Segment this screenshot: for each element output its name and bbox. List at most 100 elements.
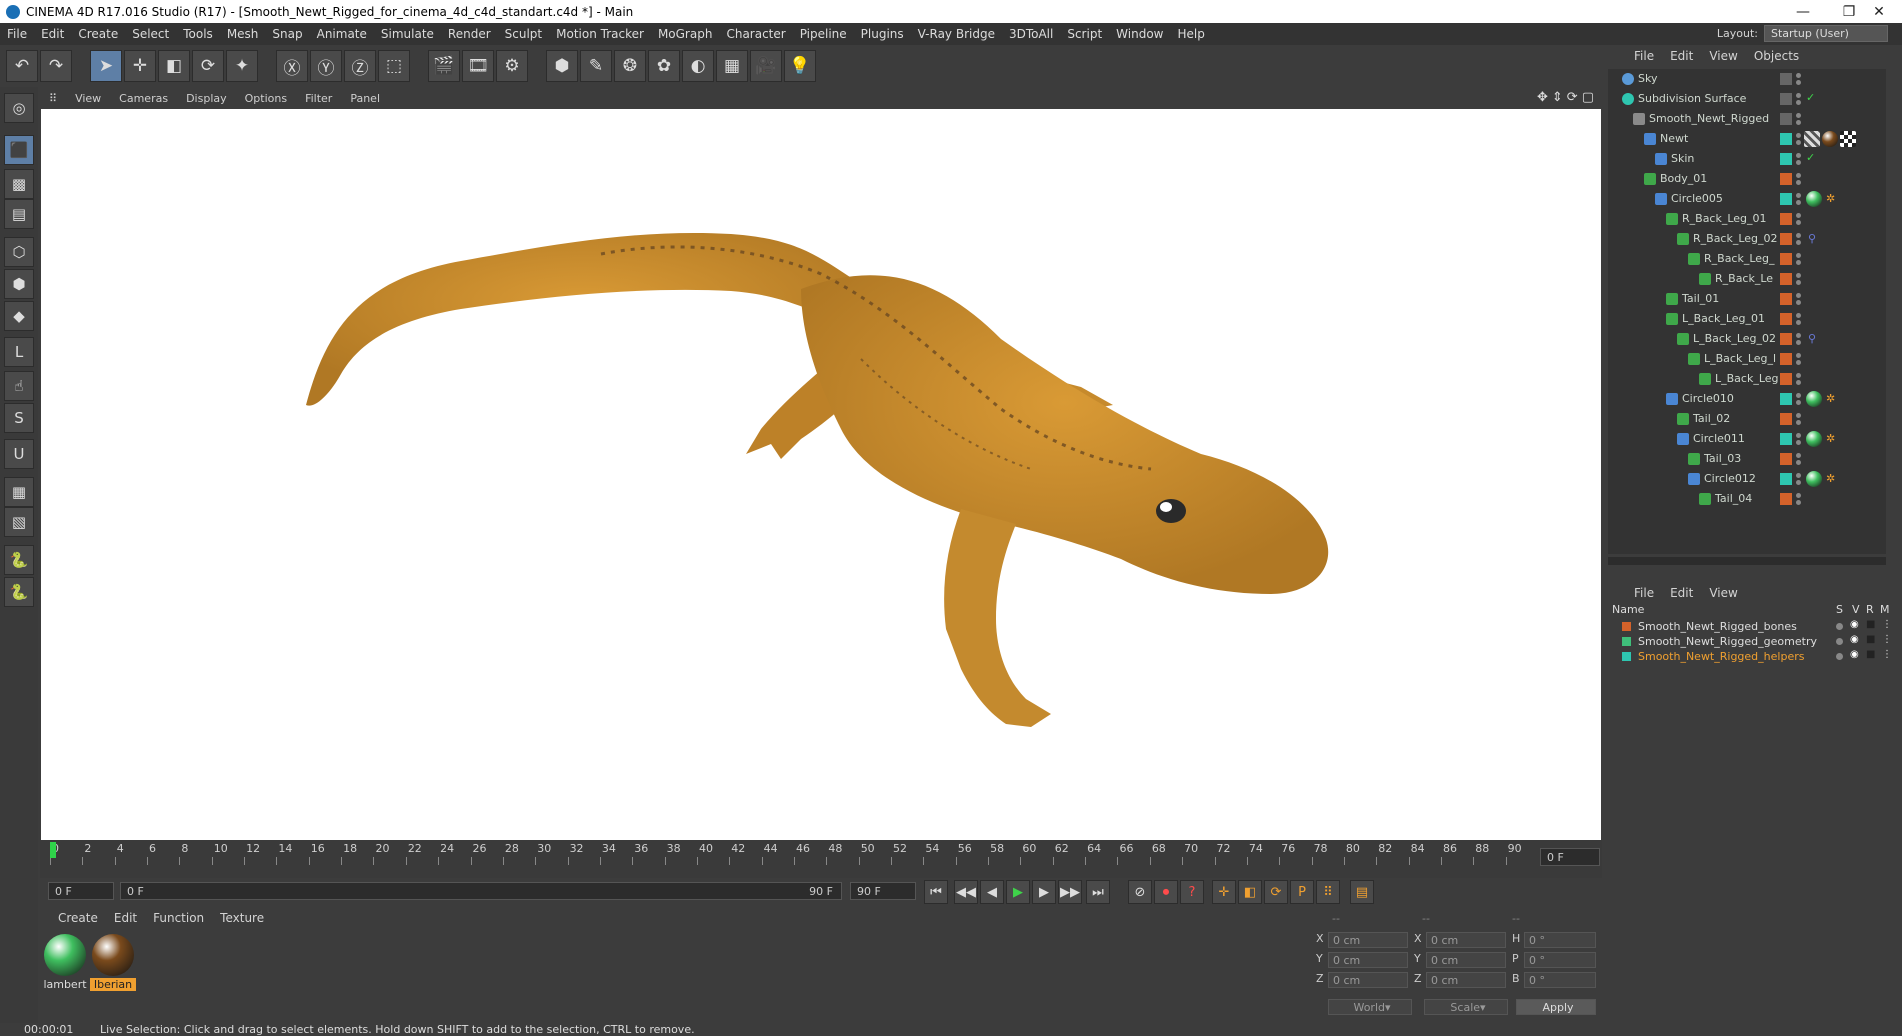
recent-tool-icon[interactable]: ✦ <box>226 50 258 82</box>
menu-mograph[interactable]: MoGraph <box>651 27 720 41</box>
object-row-l-back-leg[interactable]: L_Back_Leg <box>1608 369 1886 389</box>
camera-icon[interactable]: 🎥 <box>750 50 782 82</box>
rotate-icon[interactable]: ⟳ <box>192 50 224 82</box>
layer-menu-view[interactable]: View <box>1701 586 1745 600</box>
texture-tag-icon[interactable] <box>1804 131 1820 147</box>
light-icon[interactable]: 💡 <box>784 50 816 82</box>
position-y-field[interactable]: 0 cm <box>1328 952 1408 968</box>
edges-mode-icon[interactable]: ⬢ <box>4 269 34 299</box>
sculpt-grid-icon[interactable]: ▧ <box>4 507 34 537</box>
autokey-icon[interactable]: ⏺ <box>1154 880 1178 904</box>
visibility-eye-icon[interactable]: ◉ <box>1850 649 1859 660</box>
phong-tag-icon[interactable] <box>1806 191 1822 207</box>
key-parameter-icon[interactable]: P <box>1290 880 1314 904</box>
solo-toggle[interactable] <box>1836 623 1843 630</box>
subdivision-icon[interactable]: ❂ <box>614 50 646 82</box>
object-row-r-back-leg-01[interactable]: R_Back_Leg_01 <box>1608 209 1886 229</box>
visibility-editor-dot[interactable] <box>1796 433 1801 438</box>
visibility-render-dot[interactable] <box>1796 340 1801 345</box>
visibility-render-dot[interactable] <box>1796 200 1801 205</box>
visibility-editor-dot[interactable] <box>1796 333 1801 338</box>
viewport-canvas[interactable] <box>41 109 1601 840</box>
visibility-render-dot[interactable] <box>1796 100 1801 105</box>
close-button[interactable]: ✕ <box>1856 0 1902 23</box>
previous-frame-icon[interactable]: ◀ <box>980 880 1004 904</box>
material-tag-icon[interactable] <box>1822 131 1838 147</box>
object-row-r-back-leg-[interactable]: R_Back_Leg_ <box>1608 249 1886 269</box>
menu-file[interactable]: File <box>0 27 34 41</box>
manager-toggle-icon[interactable]: ⋮ <box>1882 634 1892 645</box>
visibility-render-dot[interactable] <box>1796 120 1801 125</box>
key-pla-icon[interactable]: ⠿ <box>1316 880 1340 904</box>
minimize-button[interactable]: — <box>1780 0 1826 23</box>
scale-icon[interactable]: ◧ <box>158 50 190 82</box>
material-swatch-iberian[interactable]: Iberian <box>90 932 136 992</box>
menu-snap[interactable]: Snap <box>265 27 309 41</box>
make-editable-icon[interactable]: ◎ <box>4 93 34 123</box>
uvw-tag-icon[interactable] <box>1840 131 1856 147</box>
menu-plugins[interactable]: Plugins <box>854 27 911 41</box>
rotate-view-icon[interactable]: ⟳ <box>1567 90 1578 105</box>
apply-button[interactable]: Apply <box>1516 999 1596 1015</box>
visibility-editor-dot[interactable] <box>1796 153 1801 158</box>
object-menu-objects[interactable]: Objects <box>1746 49 1807 63</box>
phong-tag-icon[interactable] <box>1806 391 1822 407</box>
object-row-tail-03[interactable]: Tail_03 <box>1608 449 1886 469</box>
check-icon[interactable]: ✓ <box>1806 151 1815 164</box>
render-picture-viewer-icon[interactable]: 🎞 <box>462 50 494 82</box>
menu-animate[interactable]: Animate <box>310 27 374 41</box>
record-disabled-icon[interactable]: ⊘ <box>1128 880 1152 904</box>
visibility-editor-dot[interactable] <box>1796 173 1801 178</box>
live-selection-icon[interactable]: ➤ <box>90 50 122 82</box>
visibility-render-dot[interactable] <box>1796 400 1801 405</box>
visibility-render-dot[interactable] <box>1796 440 1801 445</box>
magnet-icon[interactable]: U <box>4 439 34 469</box>
timeline-ruler[interactable]: 0246810121416182022242628303234363840424… <box>50 842 1538 868</box>
rotation-p-field[interactable]: 0 ° <box>1524 952 1596 968</box>
next-frame-icon[interactable]: ▶ <box>1032 880 1056 904</box>
visibility-render-dot[interactable] <box>1796 160 1801 165</box>
visibility-editor-dot[interactable] <box>1796 133 1801 138</box>
points-mode-icon[interactable]: ⬡ <box>4 237 34 267</box>
z-axis-icon[interactable]: Ⓩ <box>344 50 376 82</box>
visibility-editor-dot[interactable] <box>1796 313 1801 318</box>
visibility-editor-dot[interactable] <box>1796 353 1801 358</box>
object-row-l-back-leg-02[interactable]: L_Back_Leg_02 ⚲ <box>1608 329 1886 349</box>
object-row-circle012[interactable]: Circle012 ✲ <box>1608 469 1886 489</box>
visibility-render-dot[interactable] <box>1796 80 1801 85</box>
render-toggle-icon[interactable]: ■ <box>1866 619 1875 630</box>
viewport-menu-options[interactable]: Options <box>236 92 296 105</box>
layout-dropdown[interactable]: Startup (User) <box>1764 25 1888 42</box>
visibility-render-dot[interactable] <box>1796 480 1801 485</box>
ik-tag-icon[interactable]: ⚲ <box>1808 332 1816 345</box>
phong-tag-icon[interactable] <box>1806 471 1822 487</box>
solo-toggle[interactable] <box>1836 638 1843 645</box>
python-icon[interactable]: 🐍 <box>4 545 34 575</box>
python2-icon[interactable]: 🐍 <box>4 577 34 607</box>
visibility-render-dot[interactable] <box>1796 260 1801 265</box>
visibility-render-dot[interactable] <box>1796 280 1801 285</box>
layer-menu-file[interactable]: File <box>1626 586 1662 600</box>
edit-render-settings-icon[interactable]: ⚙ <box>496 50 528 82</box>
rotation-h-field[interactable]: 0 ° <box>1524 932 1596 948</box>
grid-icon[interactable]: ▦ <box>4 477 34 507</box>
visibility-editor-dot[interactable] <box>1796 293 1801 298</box>
current-frame-field[interactable]: 0 F <box>1540 848 1600 866</box>
go-to-start-icon[interactable]: ⏮ <box>924 880 948 904</box>
object-row-r-back-leg-02[interactable]: R_Back_Leg_02 ⚲ <box>1608 229 1886 249</box>
viewport-menu-filter[interactable]: Filter <box>296 92 341 105</box>
visibility-render-dot[interactable] <box>1796 300 1801 305</box>
render-toggle-icon[interactable]: ■ <box>1866 634 1875 645</box>
visibility-editor-dot[interactable] <box>1796 413 1801 418</box>
visibility-render-dot[interactable] <box>1796 360 1801 365</box>
object-row-circle010[interactable]: Circle010 ✲ <box>1608 389 1886 409</box>
polygons-mode-icon[interactable]: ◆ <box>4 301 34 331</box>
visibility-render-dot[interactable] <box>1796 460 1801 465</box>
size-x-field[interactable]: 0 cm <box>1426 932 1506 948</box>
object-row-tail-02[interactable]: Tail_02 <box>1608 409 1886 429</box>
material-menu-texture[interactable]: Texture <box>212 911 272 925</box>
coordinate-system-icon[interactable]: ⬚ <box>378 50 410 82</box>
manager-toggle-icon[interactable]: ⋮ <box>1882 649 1892 660</box>
menu-help[interactable]: Help <box>1170 27 1211 41</box>
timeline-window-icon[interactable]: ▤ <box>1350 880 1374 904</box>
